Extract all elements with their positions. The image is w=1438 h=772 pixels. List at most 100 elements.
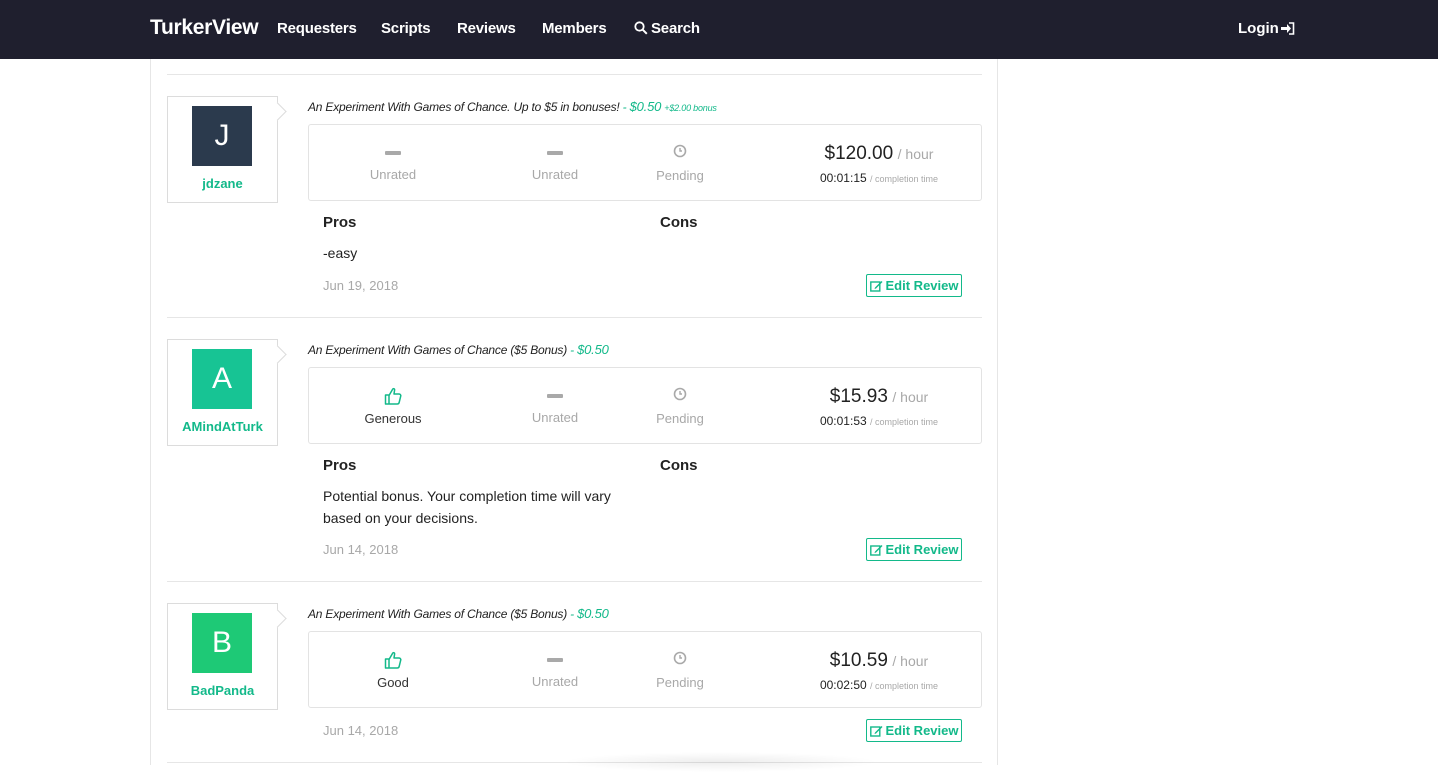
- pros-label: Pros: [323, 214, 357, 231]
- hourly-rate: $10.59 / hour 00:02:50 / completion time: [779, 650, 979, 692]
- dash-icon: [385, 151, 401, 155]
- nav-search-label: Search: [651, 20, 700, 37]
- rating-communication: Unrated: [495, 650, 615, 689]
- edit-review-button[interactable]: Edit Review: [866, 719, 962, 742]
- completion-time: 00:01:15: [819, 171, 867, 185]
- dash-icon: [547, 394, 563, 398]
- rating-label: Unrated: [531, 674, 579, 689]
- divider: [167, 74, 982, 75]
- username[interactable]: BadPanda: [168, 683, 277, 698]
- username[interactable]: jdzane: [168, 176, 277, 191]
- hit-bonus: +$2.00 bonus: [664, 103, 717, 113]
- hit-pay: $0.50: [577, 606, 609, 621]
- thumbs-up-icon: [384, 387, 402, 405]
- hourly-unit: / hour: [892, 653, 929, 669]
- pros-text: Potential bonus. Your completion time wi…: [323, 488, 611, 526]
- nav-members[interactable]: Members: [542, 20, 607, 37]
- hit-title-text: An Experiment With Games of Chance. Up t…: [308, 100, 620, 114]
- review-date: Jun 19, 2018: [323, 278, 399, 293]
- rating-label: Good: [377, 675, 409, 690]
- completion-unit: / completion time: [870, 174, 939, 184]
- cons-label: Cons: [660, 214, 698, 231]
- hit-title-text: An Experiment With Games of Chance ($5 B…: [308, 343, 568, 357]
- completion-unit: / completion time: [870, 681, 939, 691]
- sign-in-icon: [1280, 22, 1295, 35]
- search-icon: [634, 21, 648, 35]
- hit-title[interactable]: An Experiment With Games of Chance ($5 B…: [308, 342, 609, 357]
- cons-label: Cons: [660, 457, 698, 474]
- edit-icon: [869, 725, 883, 737]
- avatar: A: [192, 349, 252, 409]
- rating-label: Pending: [656, 675, 704, 690]
- hourly-unit: / hour: [892, 389, 929, 405]
- rating-label: Pending: [656, 168, 704, 183]
- edit-review-label: Edit Review: [885, 278, 959, 293]
- edit-review-label: Edit Review: [885, 723, 959, 738]
- hourly-rate: $15.93 / hour 00:01:53 / completion time: [779, 386, 979, 428]
- thumbs-up-icon: [384, 651, 402, 669]
- rating-label: Pending: [656, 411, 704, 426]
- edit-icon: [869, 544, 883, 556]
- hourly-unit: / hour: [897, 146, 934, 162]
- review-date: Jun 14, 2018: [323, 723, 399, 738]
- rating-label: Unrated: [531, 410, 579, 425]
- nav-requesters[interactable]: Requesters: [277, 20, 357, 37]
- hit-title-text: An Experiment With Games of Chance ($5 B…: [308, 607, 568, 621]
- ratings-panel: Generous Unrated Pending $15.93 / hour 0…: [308, 367, 982, 444]
- hit-pay: $0.50: [577, 342, 609, 357]
- ratings-panel: Unrated Unrated Pending $120.00 / hour 0…: [308, 124, 982, 201]
- edit-icon: [869, 280, 883, 292]
- avatar: B: [192, 613, 252, 673]
- edit-review-button[interactable]: Edit Review: [866, 274, 962, 297]
- rating-label: Generous: [364, 411, 422, 426]
- rating-pay: Good: [333, 650, 453, 690]
- rating-approval: Pending: [620, 386, 740, 426]
- ratings-panel: Good Unrated Pending $10.59 / hour 00:02…: [308, 631, 982, 708]
- username[interactable]: AMindAtTurk: [168, 419, 277, 434]
- pros-label: Pros: [323, 457, 357, 474]
- hourly-rate: $120.00 / hour 00:01:15 / completion tim…: [779, 143, 979, 185]
- clock-icon: [673, 651, 687, 665]
- user-card[interactable]: B BadPanda: [167, 603, 278, 710]
- reviews-column: J jdzane An Experiment With Games of Cha…: [150, 59, 998, 765]
- pros-text: -easy: [323, 245, 358, 261]
- rating-approval: Pending: [620, 143, 740, 183]
- completion-unit: / completion time: [870, 417, 939, 427]
- title-separator: -: [570, 343, 574, 357]
- rating-approval: Pending: [620, 650, 740, 690]
- nav-scripts[interactable]: Scripts: [381, 20, 431, 37]
- hourly-amount: $10.59: [829, 650, 888, 671]
- dash-icon: [547, 151, 563, 155]
- hourly-amount: $15.93: [829, 386, 888, 407]
- rating-label: Unrated: [369, 167, 417, 182]
- hit-title[interactable]: An Experiment With Games of Chance. Up t…: [308, 99, 717, 114]
- user-card[interactable]: A AMindAtTurk: [167, 339, 278, 446]
- divider: [167, 317, 982, 318]
- login-label: Login: [1238, 20, 1279, 37]
- rating-pay: Generous: [333, 386, 453, 426]
- brand-logo[interactable]: TurkerView: [150, 16, 259, 40]
- title-separator: -: [570, 607, 574, 621]
- edit-review-button[interactable]: Edit Review: [866, 538, 962, 561]
- rating-communication: Unrated: [495, 386, 615, 425]
- clock-icon: [673, 387, 687, 401]
- bottom-shadow: [560, 752, 880, 772]
- nav-search[interactable]: Search: [634, 20, 700, 37]
- login-link[interactable]: Login: [1238, 20, 1295, 37]
- divider: [167, 581, 982, 582]
- edit-review-label: Edit Review: [885, 542, 959, 557]
- avatar: J: [192, 106, 252, 166]
- completion-time: 00:02:50: [819, 678, 867, 692]
- completion-time: 00:01:53: [819, 414, 867, 428]
- rating-pay: Unrated: [333, 143, 453, 182]
- title-separator: -: [622, 100, 627, 114]
- nav-reviews[interactable]: Reviews: [457, 20, 516, 37]
- clock-icon: [673, 144, 687, 158]
- rating-label: Unrated: [531, 167, 579, 182]
- hit-title[interactable]: An Experiment With Games of Chance ($5 B…: [308, 606, 609, 621]
- dash-icon: [547, 658, 563, 662]
- user-card[interactable]: J jdzane: [167, 96, 278, 203]
- top-navbar: TurkerView Requesters Scripts Reviews Me…: [0, 0, 1438, 59]
- hourly-amount: $120.00: [824, 143, 894, 164]
- hit-pay: $0.50: [629, 99, 662, 114]
